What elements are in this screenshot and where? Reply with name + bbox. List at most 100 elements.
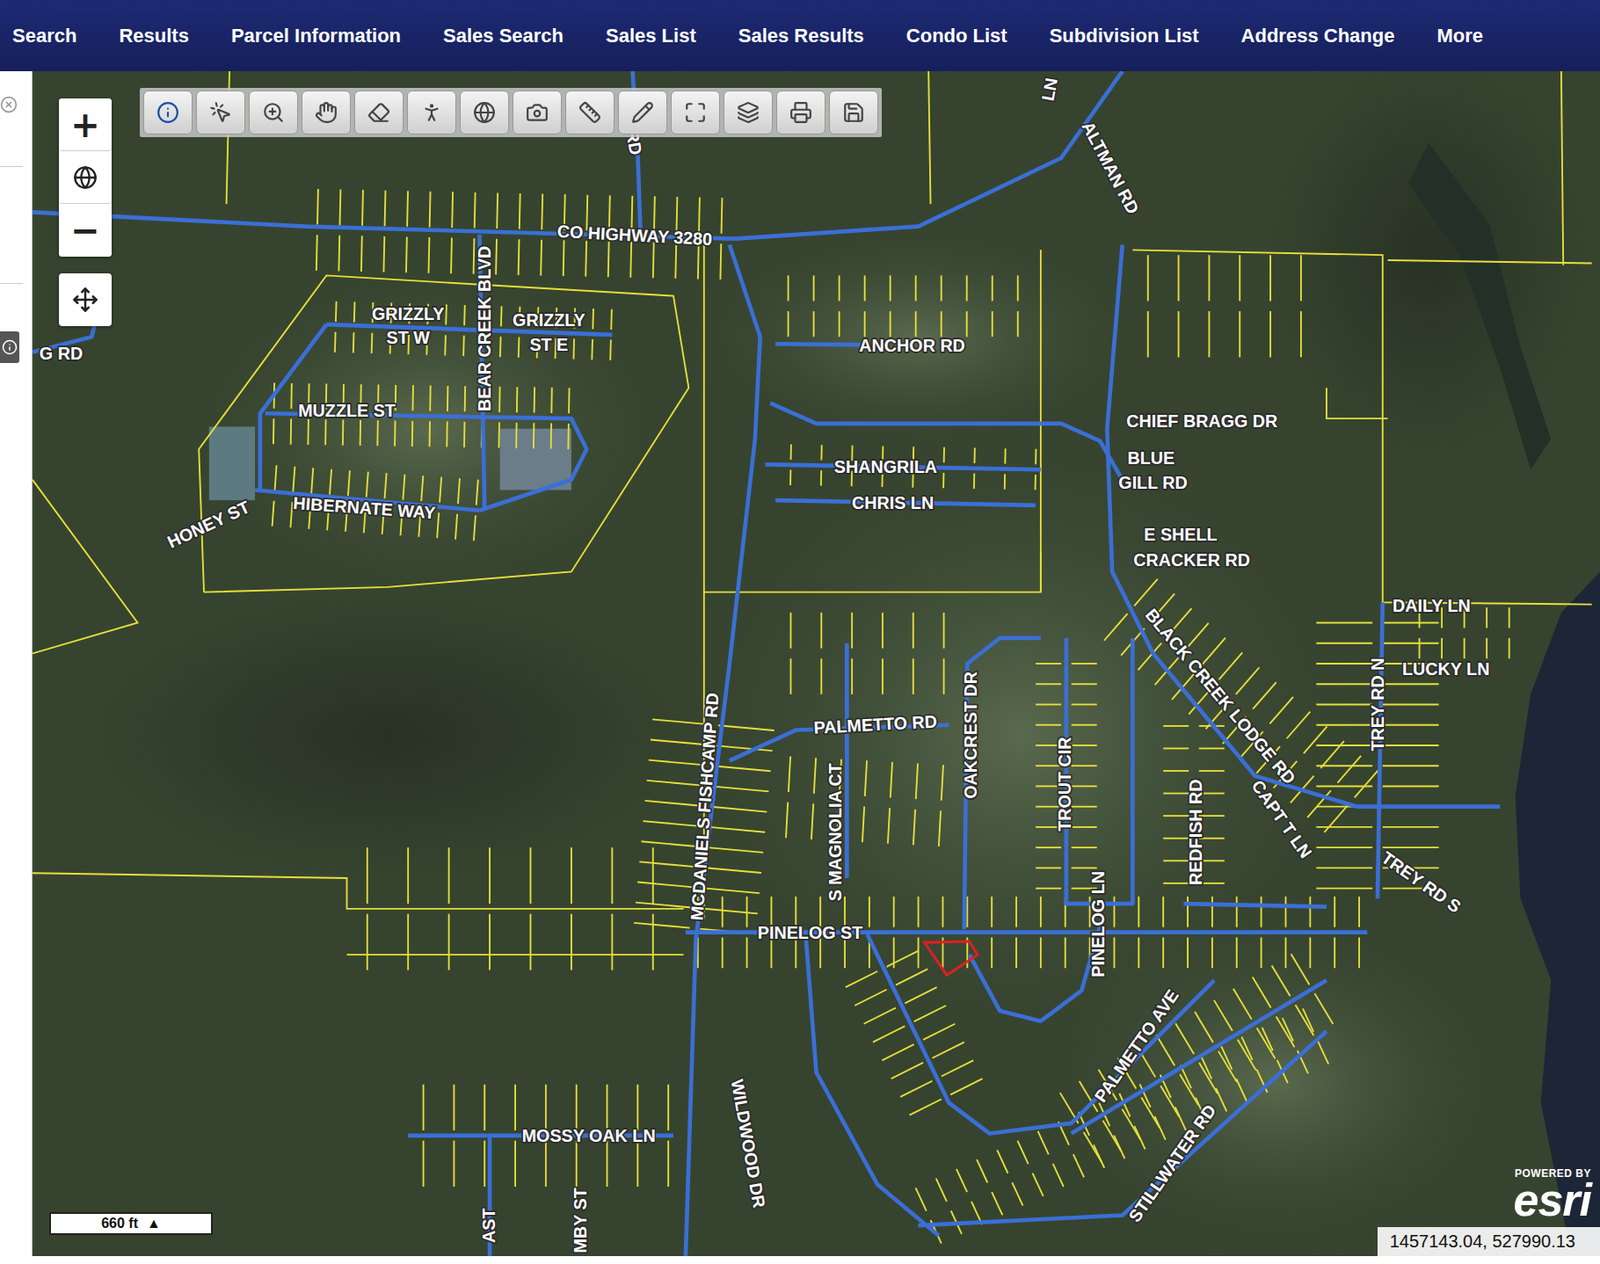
page: Search Results Parcel Information Sales Sea… <box>0 0 1600 1264</box>
scale-arrow[interactable]: ▲ <box>146 1215 161 1232</box>
road-label: HONEY ST <box>164 496 253 552</box>
nav-item[interactable]: More <box>1436 24 1484 48</box>
layers-icon <box>736 101 760 124</box>
road-label: OAKCREST DR <box>960 671 981 800</box>
powered-by: POWERED BY <box>1514 1167 1592 1180</box>
road-label: S MAGNOLIA CT <box>825 763 845 902</box>
street-view-icon <box>420 101 444 124</box>
measure-icon <box>578 101 602 124</box>
road-label: CAPT T LN <box>1248 776 1317 862</box>
nav-item[interactable]: Sales Search <box>443 24 564 48</box>
globe-button[interactable] <box>459 90 510 135</box>
nav-item[interactable]: Search <box>12 24 77 48</box>
scale-label: 660 ft <box>101 1215 139 1232</box>
road-label: DAILY LN <box>1392 596 1471 616</box>
print-icon <box>789 101 813 124</box>
parcel-lines <box>32 71 1593 1244</box>
extent-icon <box>683 101 707 124</box>
road-label: MBY ST <box>570 1187 590 1253</box>
side-strip <box>0 71 33 1257</box>
road-label: MCDANIELS FISHCAMP RD <box>686 691 722 922</box>
nav-item[interactable]: Results <box>118 24 189 48</box>
locate-icon <box>72 286 99 313</box>
road-label: GRIZZLY <box>512 310 586 330</box>
road-label: CHRIS LN <box>851 493 934 513</box>
road-label: TROUT CIR <box>1054 736 1075 831</box>
measure-button[interactable] <box>565 90 615 135</box>
road-label: PINELOG LN <box>1088 871 1108 978</box>
eraser-button[interactable] <box>354 90 404 135</box>
road-label: G RD <box>39 343 83 364</box>
locate-button[interactable] <box>58 273 112 327</box>
river <box>1515 571 1600 1257</box>
road-label: GILL RD <box>1118 472 1188 493</box>
coordinates: 1457143.04, 527990.13 <box>1377 1227 1600 1257</box>
road-label: PINELOG ST <box>757 923 863 943</box>
map-toolbar <box>139 87 882 138</box>
zoom-out-button[interactable]: − <box>58 203 112 257</box>
road-label: WILDWOOD DR <box>727 1077 770 1210</box>
camera-button[interactable] <box>512 90 562 135</box>
draw-icon <box>631 101 655 124</box>
nav-item[interactable]: Condo List <box>906 24 1008 48</box>
scale-bar: 660 ft ▲ <box>49 1212 213 1236</box>
print-button[interactable] <box>776 90 826 135</box>
road-label: GRIZZLY <box>371 304 445 324</box>
info-icon <box>156 101 180 124</box>
camera-icon <box>525 101 549 124</box>
esri-logo: esri <box>1512 1179 1592 1222</box>
road-label: PALMETTO RD <box>813 711 939 737</box>
side-rule <box>0 166 23 168</box>
road-label: ST W <box>386 327 431 348</box>
road-label: MUZZLE ST <box>298 400 396 421</box>
info-icon <box>1 339 18 356</box>
nav-item[interactable]: Address Change <box>1241 24 1396 48</box>
globe-icon <box>72 165 98 190</box>
attribution: POWERED BYesri <box>1512 1167 1592 1222</box>
road-label: TREY RD N <box>1367 657 1388 751</box>
info-tab[interactable] <box>0 331 20 364</box>
road-label: LUCKY LN <box>1402 659 1490 679</box>
save-button[interactable] <box>829 90 879 135</box>
road-label: ST E <box>529 334 568 355</box>
select-button[interactable] <box>196 90 246 135</box>
map-canvas[interactable]: CO HIGHWAY 3280 ANCHOR RD ALTMAN RD CHIEF B… <box>32 71 1600 1257</box>
road-label: AST <box>479 1207 499 1244</box>
nav-item[interactable]: Sales Results <box>738 24 865 48</box>
map[interactable]: CO HIGHWAY 3280 ANCHOR RD ALTMAN RD CHIEF B… <box>32 71 1600 1257</box>
nav-bar: Search Results Parcel Information Sales Sea… <box>0 0 1600 72</box>
nav-item[interactable]: Sales List <box>605 24 697 48</box>
selected-parcel[interactable] <box>924 941 978 975</box>
nav-item[interactable]: Parcel Information <box>231 24 401 48</box>
pan-icon <box>314 101 338 124</box>
zoom-icon <box>261 101 285 124</box>
pan-button[interactable] <box>301 90 351 135</box>
close-icon[interactable] <box>0 95 18 114</box>
road-label: MOSSY OAK LN <box>522 1126 656 1146</box>
draw-button[interactable] <box>618 90 668 135</box>
layers-button[interactable] <box>723 90 773 135</box>
extent-button[interactable] <box>670 90 720 135</box>
info-button[interactable] <box>143 90 193 135</box>
road-label: PALMETTO AVE <box>1090 986 1183 1106</box>
nav-item[interactable]: Subdivision List <box>1049 24 1200 48</box>
road-label: BEAR CREEK BLVD <box>474 246 495 412</box>
main: CO HIGHWAY 3280 ANCHOR RD ALTMAN RD CHIEF B… <box>0 71 1600 1264</box>
select-icon <box>209 101 233 124</box>
road-label: BLACK CREEK LODGE RD <box>1141 604 1301 788</box>
road-label: ANCHOR RD <box>858 335 966 356</box>
road-label: SHANGRILA <box>834 457 938 477</box>
zoom-in-button[interactable]: + <box>58 98 112 152</box>
zoom-button[interactable] <box>248 90 299 135</box>
road-label: CHIEF BRAGG DR <box>1126 411 1278 431</box>
road-label: HIBERNATE WAY <box>292 493 437 523</box>
road-label: E SHELL <box>1143 524 1217 545</box>
road-label: CO HIGHWAY 3280 <box>556 221 713 249</box>
zoom-controls: +− <box>58 98 112 257</box>
eraser-icon <box>367 101 391 124</box>
street-view-button[interactable] <box>407 90 457 135</box>
road-label: ALTMAN RD <box>1077 117 1143 218</box>
save-icon <box>842 101 866 124</box>
globe-icon <box>472 101 496 124</box>
full-extent-button[interactable] <box>58 151 112 204</box>
